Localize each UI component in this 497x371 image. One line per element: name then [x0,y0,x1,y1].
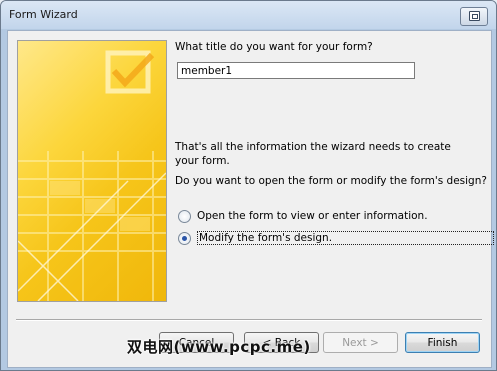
restore-icon [469,11,480,21]
open-form-radio[interactable] [178,209,191,223]
modify-design-radio[interactable] [178,231,191,245]
form-title-question: What title do you want for your form? [175,41,373,53]
wizard-client-area: What title do you want for your form? Th… [7,30,494,368]
restore-button[interactable] [460,7,488,26]
button-separator [16,319,482,321]
form-wizard-window: Form Wizard What title do you want for y… [0,0,497,371]
title-bar[interactable]: Form Wizard [1,1,496,29]
modify-design-label: Modify the form's design. [197,231,494,245]
window-title: Form Wizard [9,8,78,21]
finish-button[interactable]: Finish [405,332,480,353]
info-text: That's all the information the wizard ne… [175,141,451,167]
modify-design-option[interactable]: Modify the form's design. [178,230,494,246]
open-or-modify-question: Do you want to open the form or modify t… [175,175,487,187]
form-illustration-icon [18,50,166,301]
form-title-input[interactable] [177,62,415,79]
wizard-graphic [17,40,167,302]
open-form-option[interactable]: Open the form to view or enter informati… [178,208,428,224]
open-form-label: Open the form to view or enter informati… [197,210,428,222]
next-button[interactable]: Next > [323,332,398,353]
watermark-text: 双电网(www.pcpc.me) [127,338,311,356]
